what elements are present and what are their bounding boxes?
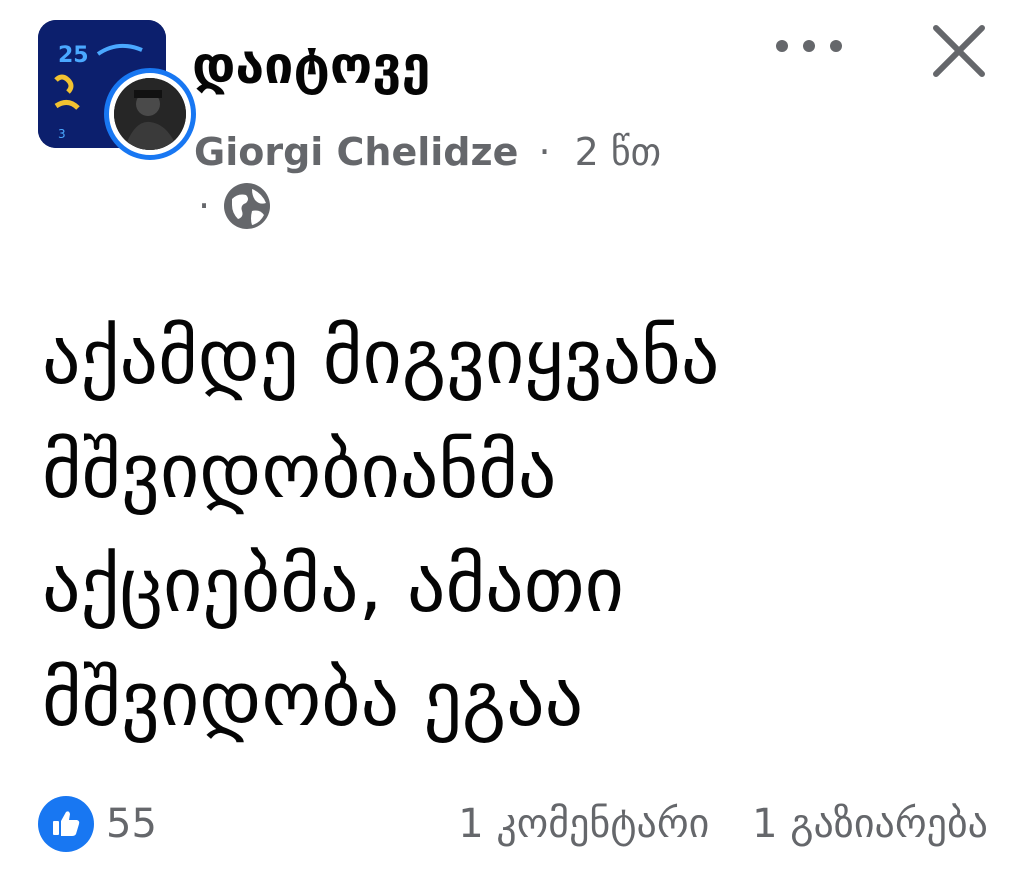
user-avatar-photo [114,78,186,150]
group-name[interactable]: დაიტოვე [192,34,430,98]
author-name[interactable]: Giorgi Chelidze [194,130,518,174]
like-icon[interactable] [38,796,94,852]
avatar-group[interactable]: 25 3 [38,20,196,160]
more-options-dot [803,40,815,52]
post-text: აქამდე მიგვიყვანა მშვიდობიანმა აქციებმა,… [42,312,720,743]
close-button[interactable] [928,20,990,82]
meta-separator: · [198,184,211,228]
reaction-count[interactable]: 55 [106,798,157,850]
post-time[interactable]: 2 წთ [575,130,661,174]
user-avatar[interactable] [104,68,196,160]
post-privacy: · [198,178,272,234]
post-meta: Giorgi Chelidze · 2 წთ [194,128,661,176]
globe-icon[interactable] [222,181,272,231]
group-avatar-badge: 25 [58,43,89,68]
close-icon [933,25,985,77]
more-options-dot [830,40,842,52]
svg-text:3: 3 [58,127,66,141]
meta-separator: · [538,130,551,174]
engagement-summary: 1 კომენტარი 1 გაზიარება [458,798,988,850]
more-options-icon [776,40,788,52]
more-options-button[interactable] [776,26,842,66]
shares-count[interactable]: 1 გაზიარება [752,801,988,847]
comments-count[interactable]: 1 კომენტარი [458,801,709,847]
